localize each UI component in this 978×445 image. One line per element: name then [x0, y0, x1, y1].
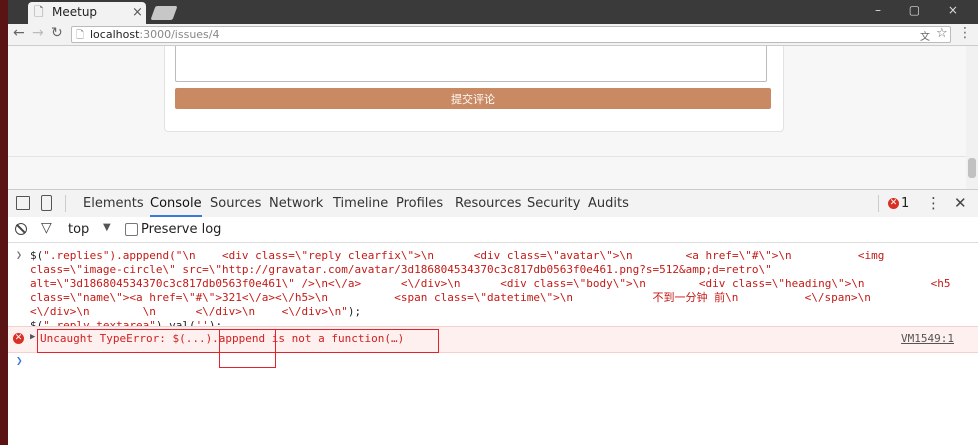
browser-toolbar: ← → ↻ 🗋 localhost:3000/issues/4 文 ☆ ⋮ [8, 24, 978, 46]
browser-titlebar: 🗋 Meetup × – ▢ × [8, 0, 978, 24]
command-line: $(".replies").apppend("\n <div class=\"r… [30, 249, 885, 262]
devtools-close-icon[interactable]: ✕ [954, 190, 967, 217]
inspect-element-icon[interactable] [16, 196, 30, 210]
devtools-tabbar: Elements Console Sources Network Timeline Pro… [8, 189, 978, 218]
error-source-link[interactable]: VM1549:1 [901, 332, 954, 346]
new-tab-button[interactable] [150, 6, 178, 20]
desktop-strip [0, 0, 8, 445]
command-line: class=\"name\"><a href=\"#\">321<\/a><\/… [30, 291, 871, 304]
address-bar[interactable]: 🗋 localhost:3000/issues/4 文 ☆ [71, 26, 951, 43]
tab-title: Meetup [52, 5, 98, 19]
tab-meetup[interactable]: 🗋 Meetup × [28, 2, 146, 24]
context-select[interactable]: top [68, 222, 89, 237]
command-line: <\/div>\n \n <\/div>\n <\/div>\n"); [30, 305, 362, 318]
toolbar-divider [878, 195, 879, 212]
tab-network[interactable]: Network [269, 190, 323, 217]
reload-icon[interactable]: ↻ [51, 25, 63, 41]
tab-timeline[interactable]: Timeline [333, 190, 388, 217]
page-scrollbar[interactable] [966, 46, 978, 189]
url-path: :3000/issues/4 [139, 28, 220, 41]
translate-icon[interactable]: 文 [920, 28, 930, 43]
reply-form-card: 提交评论 [164, 46, 784, 132]
command-line: alt=\"3d186804534370c3c817db0563f0e461\"… [30, 277, 951, 290]
tab-elements[interactable]: Elements [83, 190, 144, 217]
page-info-icon[interactable]: 🗋 [76, 28, 84, 45]
console-output: ❯ $(".replies").apppend("\n <div class=\… [8, 243, 978, 445]
forward-icon[interactable]: → [32, 25, 44, 41]
browser-menu-icon[interactable]: ⋮ [958, 25, 972, 41]
preserve-log-checkbox[interactable] [125, 223, 138, 236]
input-chevron-icon: ❯ [16, 250, 23, 261]
error-count[interactable]: 1 [901, 190, 909, 217]
chevron-down-icon[interactable]: ▼ [103, 222, 111, 233]
expand-triangle-icon[interactable]: ▶ [30, 332, 35, 342]
submit-comment-button[interactable]: 提交评论 [175, 88, 771, 109]
devtools-menu-icon[interactable]: ⋮ [926, 190, 941, 217]
scrollbar-thumb[interactable] [968, 158, 976, 178]
preserve-log-label: Preserve log [141, 222, 222, 237]
command-line: class=\"image-circle\" src=\"http://grav… [30, 263, 772, 276]
highlight-box [219, 329, 276, 368]
tab-audits[interactable]: Audits [588, 190, 629, 217]
page-icon: 🗋 [34, 5, 44, 19]
url-text: localhost:3000/issues/4 [90, 28, 220, 41]
tab-resources[interactable]: Resources [455, 190, 521, 217]
tab-close-icon[interactable]: × [132, 5, 143, 20]
error-icon[interactable]: ✕ [888, 198, 899, 209]
bookmark-star-icon[interactable]: ☆ [936, 26, 948, 41]
device-toolbar-icon[interactable] [41, 195, 52, 211]
error-icon: ✕ [13, 333, 24, 344]
back-icon[interactable]: ← [13, 25, 25, 41]
clear-console-icon[interactable] [15, 223, 27, 235]
filter-icon[interactable]: ▽ [41, 220, 52, 236]
tab-profiles[interactable]: Profiles [396, 190, 443, 217]
page-viewport: 提交评论 [8, 46, 966, 189]
console-prompt-icon[interactable]: ❯ [16, 354, 23, 367]
tab-sources[interactable]: Sources [210, 190, 261, 217]
console-command: $(".replies").apppend("\n <div class=\"r… [30, 249, 951, 333]
tab-security[interactable]: Security [527, 190, 580, 217]
window-controls[interactable]: – ▢ × [875, 3, 970, 17]
reply-textarea[interactable] [175, 46, 767, 82]
toolbar-divider [65, 195, 66, 212]
url-host: localhost [90, 28, 140, 41]
page-divider [8, 156, 966, 157]
tab-console[interactable]: Console [150, 190, 202, 217]
console-toolbar: ▽ top ▼ Preserve log [8, 217, 978, 243]
